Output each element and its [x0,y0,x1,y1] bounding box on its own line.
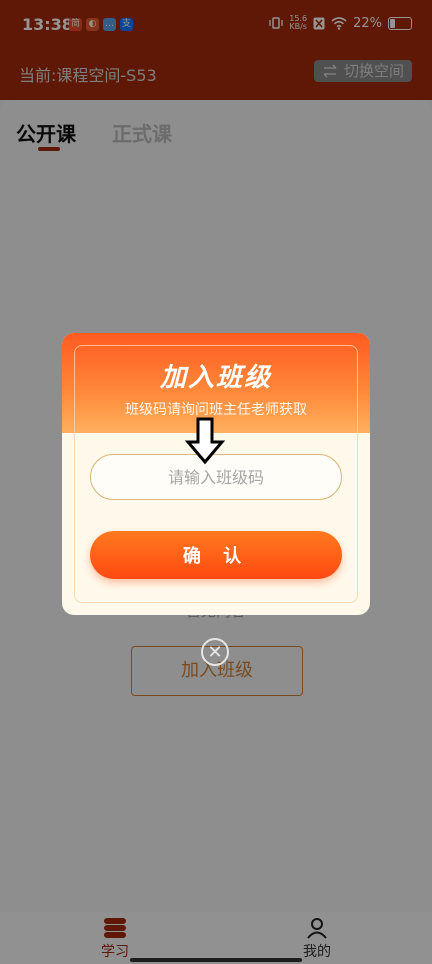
modal-title: 加入班级 [159,363,272,393]
close-icon[interactable]: ✕ [201,638,229,666]
arrow-down-icon [185,417,225,465]
confirm-button[interactable]: 确 认 [90,531,342,579]
join-class-modal: 加入班级 班级码请询问班主任老师获取 确 认 [62,333,370,615]
